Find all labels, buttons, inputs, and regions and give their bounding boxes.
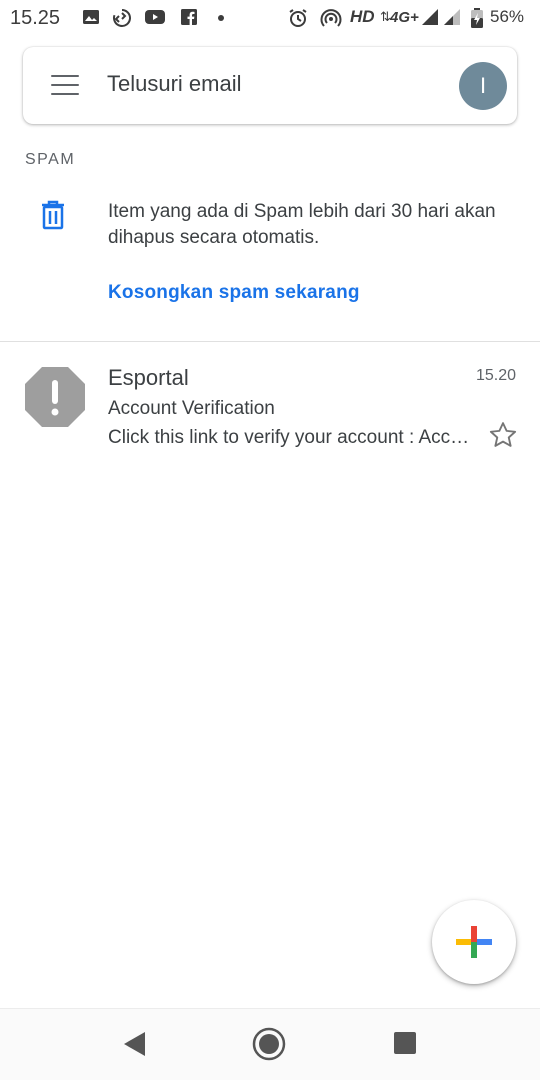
recents-icon[interactable]	[393, 1031, 417, 1055]
image-icon	[83, 10, 99, 24]
spam-info-text: Item yang ada di Spam lebih dari 30 hari…	[108, 201, 496, 248]
search-input[interactable]: Telusuri email	[107, 71, 242, 97]
dot-icon	[218, 15, 224, 21]
empty-spam-button[interactable]: Kosongkan spam sekarang	[108, 282, 360, 304]
status-time: 15.25	[10, 7, 61, 29]
signal-icon-2	[444, 9, 460, 25]
folder-label: SPAM	[25, 151, 76, 168]
warning-icon	[25, 367, 85, 427]
back-icon[interactable]	[121, 1029, 147, 1059]
home-icon[interactable]	[252, 1027, 286, 1061]
network-label: HD	[350, 7, 375, 26]
battery-icon	[471, 8, 483, 28]
email-snippet: Click this link to verify your account :…	[108, 427, 478, 448]
navigation-bar	[0, 1008, 540, 1080]
email-time: 15.20	[475, 367, 516, 384]
status-bar: 15.25 HD ⇅ 4G+ 56%	[0, 0, 540, 36]
facebook-icon	[181, 9, 197, 25]
alarm-icon	[289, 9, 307, 27]
compose-button[interactable]	[432, 900, 516, 984]
compose-plus-icon	[456, 926, 492, 958]
email-row[interactable]: Esportal 15.20 Account Verification Clic…	[0, 352, 540, 462]
signal-icon	[422, 9, 438, 25]
youtube-icon	[145, 10, 165, 24]
hotspot-icon	[320, 9, 342, 27]
email-subject: Account Verification	[108, 398, 275, 419]
menu-icon[interactable]	[51, 75, 79, 95]
sync-icon	[113, 9, 131, 27]
star-icon[interactable]	[488, 420, 518, 450]
battery-percent: 56%	[490, 7, 525, 26]
email-sender: Esportal	[108, 365, 189, 390]
trash-icon	[42, 200, 64, 230]
divider	[0, 341, 540, 342]
search-bar[interactable]: Telusuri email I	[23, 47, 517, 124]
network-type: 4G+	[390, 9, 419, 26]
avatar[interactable]: I	[459, 62, 507, 110]
